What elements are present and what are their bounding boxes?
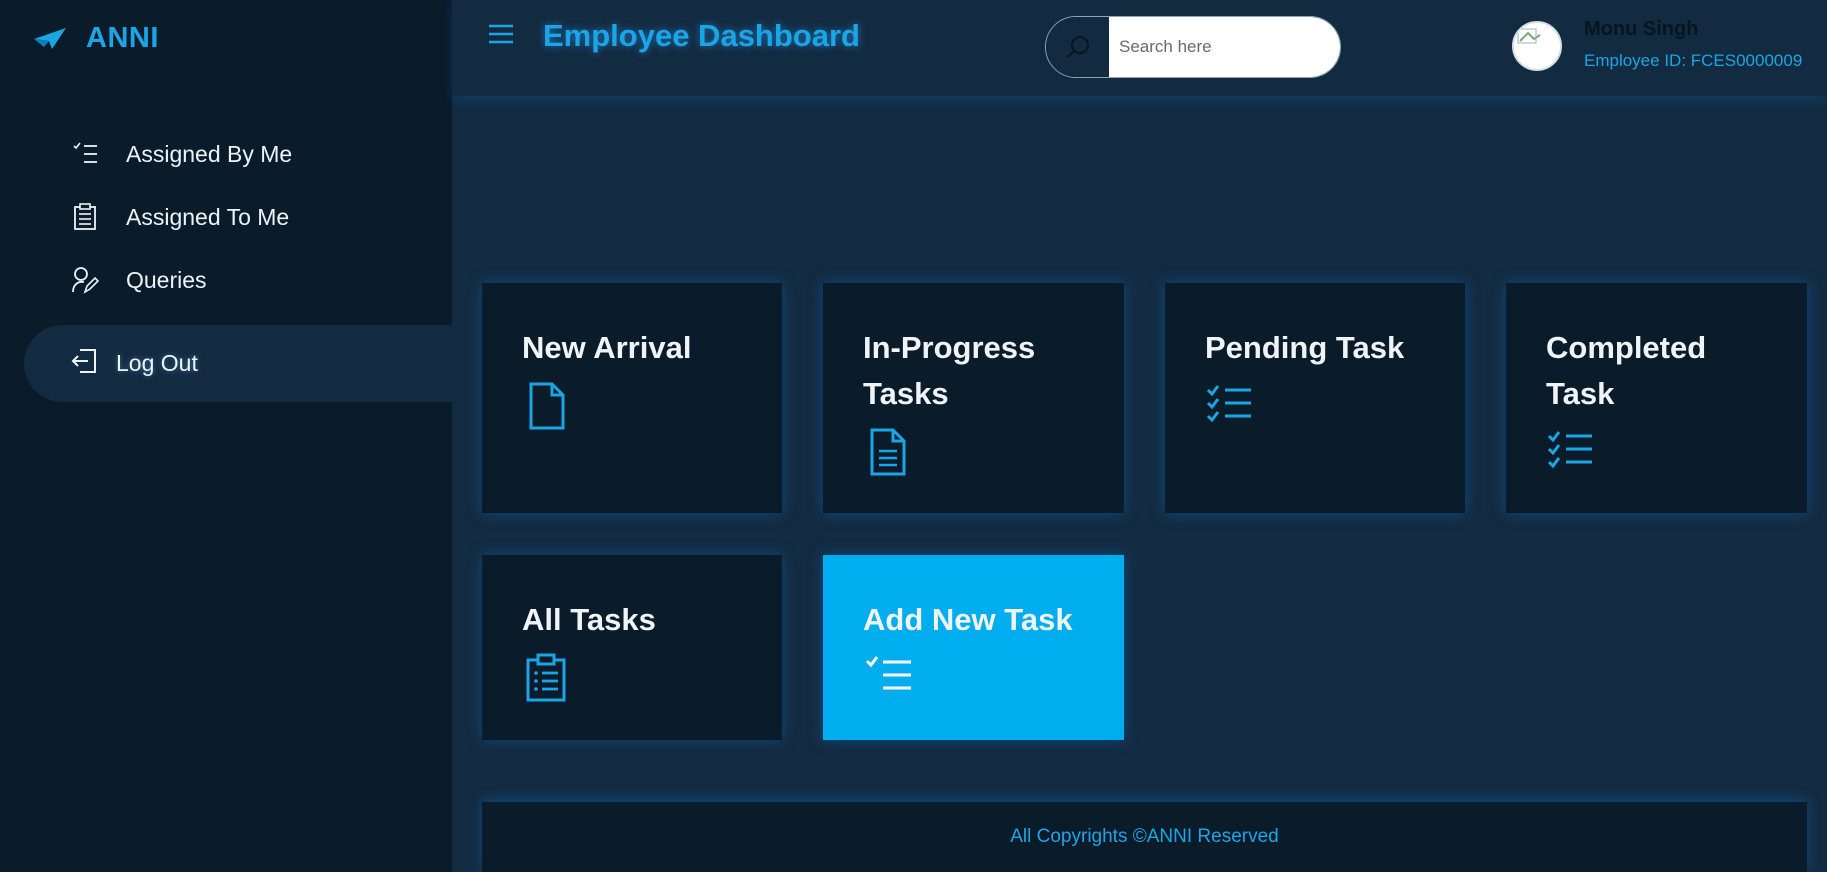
paper-plane-logo-icon (34, 28, 66, 49)
footer: All Copyrights ©ANNI Reserved (482, 802, 1807, 872)
search-box (1045, 16, 1341, 78)
card-title: New Arrival (522, 330, 692, 365)
sidebar-item-label: Assigned To Me (126, 203, 290, 230)
card-in-progress-tasks[interactable]: In-Progress Tasks (823, 283, 1124, 513)
user-name: Monu Singh (1584, 18, 1699, 40)
sidebar-item-label: Assigned By Me (126, 140, 293, 167)
logout-button[interactable]: Log Out (24, 325, 452, 402)
logout-label: Log Out (116, 350, 198, 376)
sidebar: ANNI Assigned By Me Assigned To Me Queri… (0, 0, 452, 872)
hamburger-icon (489, 24, 513, 44)
page-title: Employee Dashboard (543, 18, 860, 53)
file-text-icon (870, 428, 906, 476)
search-button[interactable] (1046, 17, 1109, 77)
brand-name: ANNI (86, 21, 159, 54)
user-edit-icon (70, 265, 100, 295)
brand[interactable]: ANNI (32, 18, 159, 58)
top-header: Employee Dashboard Monu Singh Employee I… (452, 0, 1827, 96)
card-title: All Tasks (522, 602, 656, 637)
sidebar-item-queries[interactable]: Queries (70, 260, 207, 300)
file-icon (529, 382, 565, 430)
card-pending-task[interactable]: Pending Task (1165, 283, 1465, 513)
checklist-icon (70, 139, 100, 169)
sidebar-item-assigned-to-me[interactable]: Assigned To Me (70, 197, 289, 237)
broken-image-icon (1517, 28, 1541, 44)
card-completed-task[interactable]: Completed Task (1506, 283, 1807, 513)
sidebar-item-assigned-by-me[interactable]: Assigned By Me (70, 134, 292, 174)
menu-toggle-button[interactable] (486, 22, 516, 48)
card-title: Pending Task (1205, 330, 1405, 365)
logout-icon (70, 347, 98, 380)
search-input[interactable] (1109, 17, 1340, 77)
avatar[interactable] (1512, 21, 1562, 71)
sidebar-item-label: Queries (126, 266, 207, 293)
checklist-icon (1547, 431, 1592, 469)
card-add-new-task[interactable]: Add New Task (823, 555, 1124, 740)
clipboard-icon (70, 202, 100, 232)
copyright-text: All Copyrights ©ANNI Reserved (1010, 826, 1279, 847)
card-all-tasks[interactable]: All Tasks (482, 555, 782, 740)
clipboard-list-icon (526, 653, 566, 702)
card-new-arrival[interactable]: New Arrival (482, 283, 782, 513)
search-icon (1066, 36, 1089, 58)
card-title: In-Progress Tasks (863, 330, 1036, 411)
checklist-icon (1206, 385, 1251, 423)
card-title: Add New Task (863, 602, 1073, 637)
employee-id: Employee ID: FCES0000009 (1584, 51, 1803, 70)
card-title: Completed Task (1546, 330, 1707, 411)
checklist-icon (865, 656, 911, 690)
